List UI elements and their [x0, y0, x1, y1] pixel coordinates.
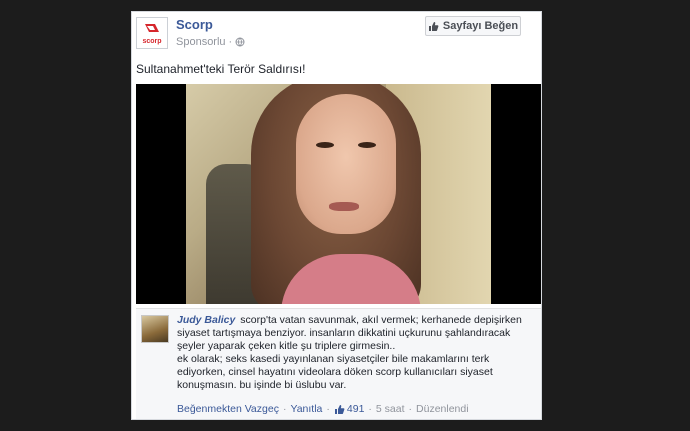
comment-line-4: ek olarak; seks kasedi yayınlanan siyase… [177, 352, 490, 365]
comment-line-5: ediyorken, cinsel hayatını videolara dök… [177, 365, 493, 378]
commenter-avatar[interactable] [141, 315, 169, 343]
page-name-link[interactable]: Scorp [176, 17, 213, 32]
post-text: Sultanahmet'teki Terör Saldırısı! [136, 62, 306, 76]
video-player[interactable] [136, 84, 541, 304]
separator-dot: · [282, 403, 287, 415]
right-eye [358, 142, 376, 148]
face-shape [296, 94, 396, 234]
page-logo[interactable]: scorp [136, 17, 168, 49]
like-page-button[interactable]: Sayfayı Beğen [425, 16, 521, 36]
left-eye [316, 142, 334, 148]
sponsored-post-card: scorp Scorp Sponsorlu · Sayfayı Beğen Su… [131, 11, 542, 420]
thumbs-up-icon [334, 404, 345, 414]
comment: Judy Balicy scorp'ta vatan savunmak, akı… [136, 308, 541, 419]
unlike-link[interactable]: Beğenmekten Vazgeç [177, 403, 279, 415]
separator-dot: · [408, 403, 413, 415]
thumbs-up-icon [428, 21, 439, 31]
separator-dot: · [326, 403, 330, 415]
comment-line-3: şeyler yaparak çeken kitle şu triplere g… [177, 339, 396, 352]
globe-icon [235, 37, 245, 47]
mouth [329, 202, 359, 211]
separator-dot: · [228, 36, 233, 48]
edited-label[interactable]: Düzenlendi [416, 403, 469, 415]
comment-author[interactable]: Judy Balicy [177, 314, 235, 326]
comment-time[interactable]: 5 saat [376, 403, 405, 415]
separator-dot: · [368, 403, 372, 415]
comment-line-6: konuşmasın. bu işinde bi üslubu var. [177, 378, 347, 391]
like-page-label: Sayfayı Beğen [442, 20, 519, 32]
scorp-logo-icon: scorp [142, 24, 162, 45]
sponsored-line: Sponsorlu · [176, 36, 245, 48]
comment-line-1: Judy Balicy scorp'ta vatan savunmak, akı… [177, 314, 535, 327]
comment-actions: Beğenmekten Vazgeç · Yanıtla · 491 · 5 s… [177, 403, 469, 415]
like-count-value: 491 [346, 403, 365, 415]
reply-link[interactable]: Yanıtla [290, 403, 322, 415]
comment-body: Judy Balicy scorp'ta vatan savunmak, akı… [177, 314, 535, 391]
comment-line-2: siyaset tartışmaya benziyor. insanların … [177, 326, 511, 339]
comment-text: scorp'ta vatan savunmak, akıl vermek; ke… [240, 314, 522, 326]
sponsored-label[interactable]: Sponsorlu [176, 36, 226, 48]
like-count[interactable]: 491 [334, 403, 365, 415]
svg-text:scorp: scorp [142, 38, 161, 45]
video-thumbnail [186, 84, 491, 304]
